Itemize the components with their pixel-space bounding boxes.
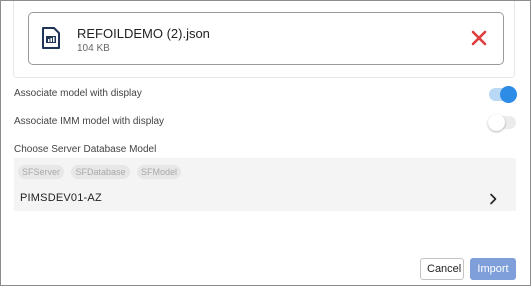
- close-icon[interactable]: [470, 29, 488, 47]
- breadcrumb-database[interactable]: SFDatabase: [71, 165, 130, 179]
- server-list-item[interactable]: PIMSDEV01-AZ: [20, 192, 102, 204]
- chevron-right-icon[interactable]: [488, 192, 498, 205]
- breadcrumb-model[interactable]: SFModel: [136, 165, 181, 179]
- file-name: REFOILDEMO (2).json: [77, 26, 210, 41]
- database-section-label: Choose Server Database Model: [14, 144, 157, 155]
- uploaded-file-card: REFOILDEMO (2).json 104 KB: [28, 12, 504, 65]
- file-size: 104 KB: [77, 43, 110, 54]
- associate-imm-label: Associate IMM model with display: [14, 116, 165, 127]
- associate-model-toggle[interactable]: [489, 86, 517, 103]
- database-selector: SFServer SFDatabase SFModel PIMSDEV01-AZ: [14, 158, 516, 211]
- breadcrumb-server[interactable]: SFServer: [18, 165, 65, 179]
- associate-imm-row: Associate IMM model with display: [14, 114, 516, 132]
- associate-model-row: Associate model with display: [14, 86, 517, 104]
- cancel-button[interactable]: Cancel: [420, 258, 464, 280]
- import-button[interactable]: Import: [470, 258, 516, 280]
- associate-imm-toggle[interactable]: [488, 114, 516, 131]
- import-dialog: REFOILDEMO (2).json 104 KB Associate mod…: [0, 0, 531, 286]
- associate-model-label: Associate model with display: [14, 88, 142, 99]
- json-file-icon: [42, 27, 60, 49]
- breadcrumb: SFServer SFDatabase SFModel: [18, 162, 184, 180]
- upload-panel: REFOILDEMO (2).json 104 KB: [13, 1, 515, 78]
